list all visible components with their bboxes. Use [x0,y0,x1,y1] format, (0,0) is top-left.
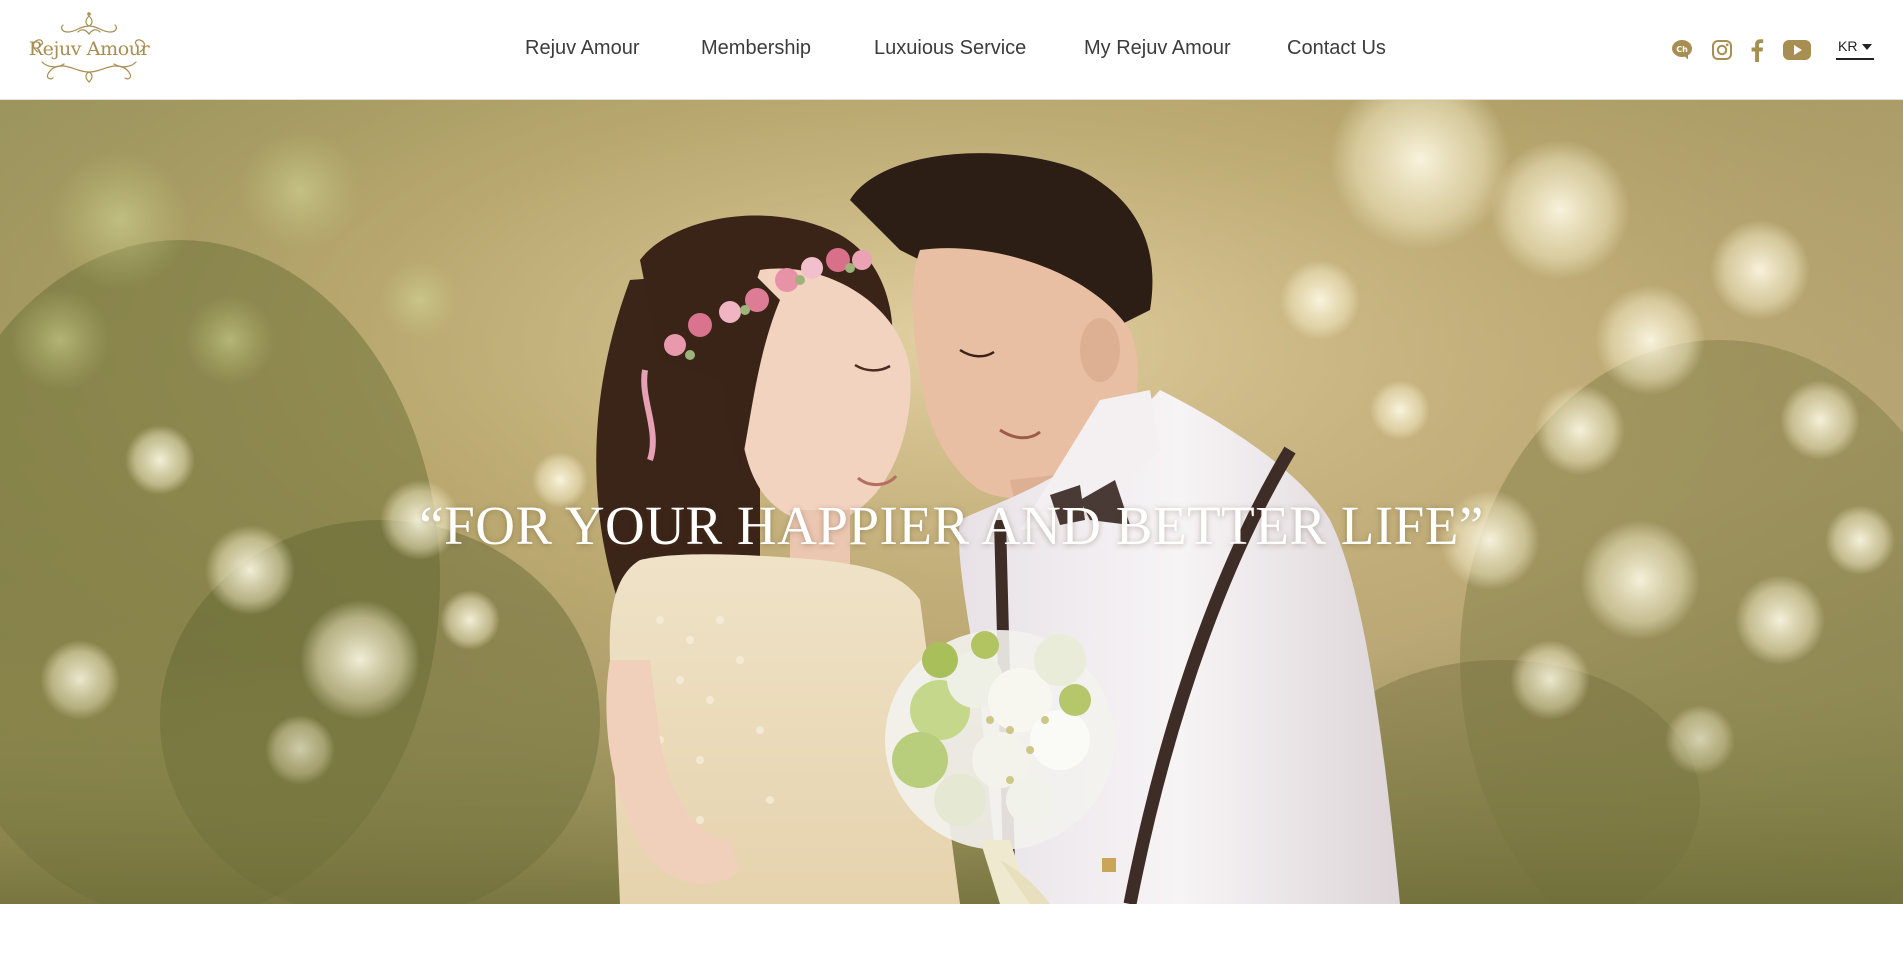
site-header: Rejuv Amour Rejuv Amour Membership Luxui… [0,0,1903,100]
hero-slogan: “FOR YOUR HAPPIER AND BETTER LIFE” [419,495,1484,556]
language-selector[interactable]: KR [1836,36,1874,60]
page-content-start [0,904,1903,966]
kakao-glyph: Ch [1676,45,1688,54]
youtube-icon[interactable] [1782,36,1812,64]
social-links: Ch [0,36,1903,64]
hero-banner: “FOR YOUR HAPPIER AND BETTER LIFE” [0,100,1903,904]
kakao-channel-icon[interactable]: Ch [1670,36,1694,64]
language-selected: KR [1838,38,1858,54]
facebook-icon[interactable] [1748,36,1766,64]
chevron-down-icon [1862,44,1872,50]
instagram-icon[interactable] [1710,36,1734,64]
